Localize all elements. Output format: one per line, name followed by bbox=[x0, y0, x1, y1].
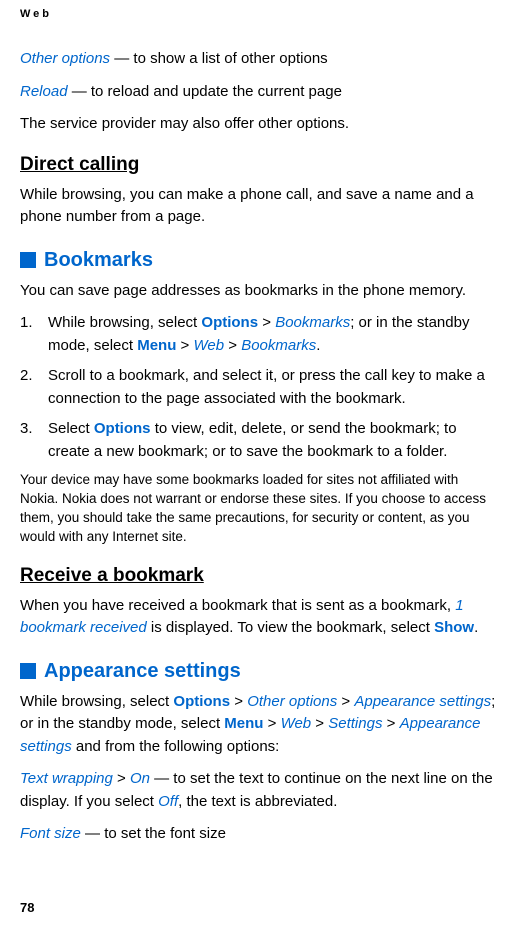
square-bullet-icon bbox=[20, 252, 36, 268]
gt-a4: > bbox=[311, 715, 328, 732]
options-word: Options bbox=[201, 314, 258, 331]
gt-a2: > bbox=[337, 693, 354, 710]
show-word: Show bbox=[434, 619, 474, 636]
bookmarks-word-2: Bookmarks bbox=[241, 337, 316, 354]
app-p1-pre: While browsing, select bbox=[20, 693, 173, 710]
receive-text: When you have received a bookmark that i… bbox=[20, 595, 496, 640]
fs-desc: — to set the font size bbox=[81, 825, 226, 842]
off-label: Off bbox=[158, 793, 178, 810]
gt3: > bbox=[224, 337, 241, 354]
appearance-p1: While browsing, select Options > Other o… bbox=[20, 691, 496, 759]
appearance-heading-row: Appearance settings bbox=[20, 660, 496, 683]
step1-pre: While browsing, select bbox=[48, 314, 201, 331]
reload-label: Reload bbox=[20, 83, 68, 100]
bookmarks-heading: Bookmarks bbox=[44, 249, 153, 272]
reload-desc: — to reload and update the current page bbox=[68, 83, 342, 100]
step2-text: Scroll to a bookmark, and select it, or … bbox=[48, 367, 485, 407]
step-number: 3. bbox=[20, 418, 33, 441]
text-wrapping-line: Text wrapping > On — to set the text to … bbox=[20, 768, 496, 813]
step-number: 1. bbox=[20, 312, 33, 335]
settings-i: Settings bbox=[328, 715, 382, 732]
page-header: Web bbox=[20, 8, 496, 20]
bookmarks-steps: 1. While browsing, select Options > Book… bbox=[20, 312, 496, 463]
gt-a5: > bbox=[382, 715, 399, 732]
app-p1-end: and from the following options: bbox=[72, 738, 280, 755]
gt-a1: > bbox=[230, 693, 247, 710]
options-word-2: Options bbox=[94, 420, 151, 437]
step-3: 3. Select Options to view, edit, delete,… bbox=[20, 418, 496, 463]
font-size-line: Font size — to set the font size bbox=[20, 823, 496, 846]
step-2: 2. Scroll to a bookmark, and select it, … bbox=[20, 365, 496, 410]
menu-2: Menu bbox=[224, 715, 263, 732]
receive-mid: is displayed. To view the bookmark, sele… bbox=[147, 619, 434, 636]
options-3: Options bbox=[173, 693, 230, 710]
fs-label: Font size bbox=[20, 825, 81, 842]
direct-calling-text: While browsing, you can make a phone cal… bbox=[20, 184, 496, 229]
gt-tw: > bbox=[113, 770, 130, 787]
other-opts: Other options bbox=[247, 693, 337, 710]
page-number: 78 bbox=[20, 900, 34, 915]
provider-note: The service provider may also offer othe… bbox=[20, 113, 496, 136]
step1-end: . bbox=[316, 337, 320, 354]
receive-heading: Receive a bookmark bbox=[20, 565, 496, 587]
web-2: Web bbox=[281, 715, 312, 732]
step3-pre: Select bbox=[48, 420, 94, 437]
web-word: Web bbox=[194, 337, 225, 354]
appearance-heading: Appearance settings bbox=[44, 660, 241, 683]
other-options-line: Other options — to show a list of other … bbox=[20, 48, 496, 71]
tw-label: Text wrapping bbox=[20, 770, 113, 787]
receive-pre: When you have received a bookmark that i… bbox=[20, 597, 455, 614]
gt-a3: > bbox=[263, 715, 280, 732]
bookmarks-heading-row: Bookmarks bbox=[20, 249, 496, 272]
app-set-1: Appearance settings bbox=[354, 693, 491, 710]
on-label: On bbox=[130, 770, 150, 787]
direct-calling-heading: Direct calling bbox=[20, 154, 496, 176]
other-options-desc: — to show a list of other options bbox=[110, 50, 328, 67]
menu-word: Menu bbox=[137, 337, 176, 354]
bookmarks-intro: You can save page addresses as bookmarks… bbox=[20, 280, 496, 303]
step-number: 2. bbox=[20, 365, 33, 388]
gt: > bbox=[258, 314, 275, 331]
tw-end: , the text is abbreviated. bbox=[178, 793, 337, 810]
bookmarks-word: Bookmarks bbox=[275, 314, 350, 331]
other-options-label: Other options bbox=[20, 50, 110, 67]
step-1: 1. While browsing, select Options > Book… bbox=[20, 312, 496, 357]
bookmarks-disclaimer: Your device may have some bookmarks load… bbox=[20, 471, 496, 547]
square-bullet-icon bbox=[20, 663, 36, 679]
receive-end: . bbox=[474, 619, 478, 636]
reload-line: Reload — to reload and update the curren… bbox=[20, 81, 496, 104]
gt2: > bbox=[176, 337, 193, 354]
